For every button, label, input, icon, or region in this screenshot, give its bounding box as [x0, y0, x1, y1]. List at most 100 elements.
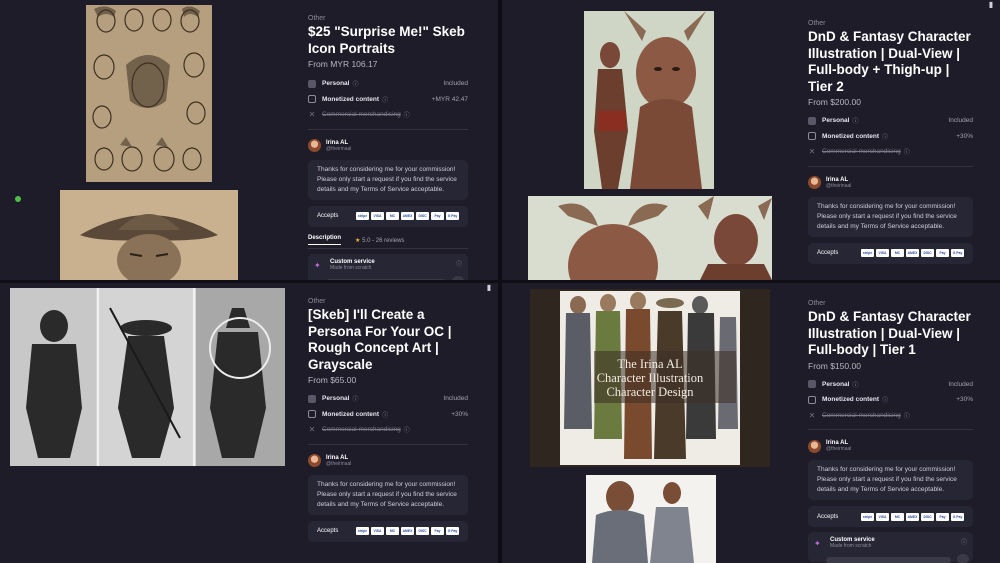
info-icon[interactable]: ⓘ [404, 425, 410, 434]
option-monetized[interactable]: Monetized content ⓘ +MYR 42.47 [308, 92, 468, 108]
art-demon-closeup[interactable] [528, 196, 772, 280]
sparkle-icon: ✦ [814, 539, 821, 548]
checkbox[interactable] [808, 395, 816, 404]
payment-accepts: Accepts stripe VISA MC AMEX DISC Pay G P… [308, 520, 468, 542]
sparkle-icon: ✦ [314, 260, 321, 270]
info-icon[interactable]: ⓘ [382, 410, 388, 419]
artist-handle: @theirinaal [826, 446, 852, 452]
artist-message: Thanks for considering me for your commi… [808, 460, 973, 500]
chat-button[interactable] [957, 554, 969, 563]
bookmark-icon[interactable]: ▮ [484, 283, 494, 292]
info-icon[interactable]: ⓘ [904, 411, 910, 420]
visa-icon: VISA [876, 249, 889, 257]
option-personal[interactable]: Personal ⓘ Included [808, 113, 973, 129]
checkbox[interactable] [308, 410, 316, 419]
payment-accepts: Accepts stripe VISA MC AMEX DISC Pay G P… [808, 242, 973, 264]
listing-pane-dnd-tier2: ▮ Other DnD & Fantasy Character Illustra… [502, 0, 1000, 280]
artist-message: Thanks for considering me for your commi… [308, 159, 468, 200]
mastercard-icon: MC [891, 249, 904, 257]
avatar[interactable] [308, 454, 321, 467]
artist-message: Thanks for considering me for your commi… [808, 196, 973, 237]
apple-pay-icon: Pay [431, 527, 444, 535]
request-button[interactable] [826, 557, 951, 563]
info-icon[interactable]: ⓘ [352, 394, 358, 403]
category-label: Other [308, 15, 326, 22]
artist-profile[interactable]: Irina AL @theirinaal [808, 436, 973, 456]
avatar[interactable] [808, 176, 821, 189]
artist-name[interactable]: Irina AL [826, 177, 851, 183]
option-monetized[interactable]: Monetized content ⓘ +30% [808, 392, 973, 408]
info-icon[interactable]: ⓘ [961, 537, 967, 546]
checkbox-checked[interactable] [808, 380, 816, 389]
info-icon[interactable]: ⓘ [852, 380, 858, 389]
listing-pane-dnd-tier1: The Irina AL Character Illustration Char… [502, 283, 1000, 563]
cross-icon: ✕ [308, 425, 316, 435]
discover-icon: DISC [921, 249, 934, 257]
checkbox-checked[interactable] [308, 79, 316, 88]
category-label: Other [808, 300, 826, 307]
visa-icon: VISA [876, 512, 889, 521]
tab-description[interactable]: Description [308, 235, 342, 245]
listing-price: From $150.00 [808, 360, 861, 371]
avatar[interactable] [808, 439, 821, 453]
stripe-icon: stripe [861, 249, 874, 257]
option-monetized[interactable]: Monetized content ⓘ +30% [308, 407, 468, 423]
caption-line-1: The Irina AL [617, 357, 682, 371]
rating-summary[interactable]: ★ 5.0 - 26 reviews [355, 237, 404, 244]
artist-name[interactable]: Irina AL [326, 455, 351, 461]
online-status-icon [15, 196, 21, 202]
custom-service-card[interactable]: ✦ Custom service Made from scratch ⓘ [308, 253, 468, 280]
info-icon[interactable]: ⓘ [882, 132, 888, 141]
option-monetized[interactable]: Monetized content ⓘ +30% [808, 129, 973, 145]
request-button[interactable] [326, 278, 446, 280]
art-armored-knights[interactable] [586, 475, 716, 563]
google-pay-icon: G Pay [446, 527, 459, 535]
payment-accepts: Accepts stripe VISA MC AMEX DISC Pay G P… [308, 205, 468, 227]
info-icon[interactable]: ⓘ [404, 110, 410, 119]
art-grayscale-warriors[interactable] [10, 288, 285, 466]
info-icon[interactable]: ⓘ [882, 395, 888, 404]
art-demon-characters[interactable] [584, 11, 714, 189]
info-icon[interactable]: ⓘ [352, 79, 358, 88]
mastercard-icon: MC [891, 512, 904, 521]
visa-icon: VISA [371, 527, 384, 535]
art-sketch-portraits[interactable] [86, 5, 212, 182]
info-icon[interactable]: ⓘ [456, 259, 462, 268]
discover-icon: DISC [416, 212, 429, 220]
amex-icon: AMEX [401, 212, 414, 220]
artist-profile[interactable]: Irina AL @theirinaal [808, 173, 973, 193]
checkbox-checked[interactable] [808, 116, 816, 125]
checkbox[interactable] [308, 95, 316, 104]
listing-title: DnD & Fantasy Character Illustration | D… [808, 309, 971, 357]
amex-icon: AMEX [906, 512, 919, 521]
artist-message: Thanks for considering me for your commi… [308, 474, 468, 515]
listing-title: $25 "Surprise Me!" Skeb Icon Portraits [308, 24, 465, 56]
artist-profile[interactable]: Irina AL @theirinaal [308, 451, 468, 471]
cross-icon: ✕ [808, 147, 816, 157]
artist-profile[interactable]: Irina AL @theirinaal [308, 136, 468, 156]
art-character-lineup[interactable]: The Irina AL Character Illustration Char… [530, 289, 770, 467]
artist-name[interactable]: Irina AL [326, 140, 351, 146]
listing-price: From MYR 106.17 [308, 59, 378, 69]
mastercard-icon: MC [386, 527, 399, 535]
art-cowboy-portrait[interactable] [60, 190, 238, 280]
avatar[interactable] [308, 139, 321, 152]
option-personal[interactable]: Personal ⓘ Included [308, 76, 468, 92]
listing-price: From $200.00 [808, 97, 861, 107]
option-commercial: ✕ Commercial merchandising ⓘ [308, 110, 410, 120]
info-icon[interactable]: ⓘ [852, 116, 858, 125]
option-commercial: ✕ Commercial merchandising ⓘ [808, 410, 910, 420]
checkbox-checked[interactable] [308, 394, 316, 403]
bookmark-icon[interactable]: ▮ [986, 0, 996, 9]
info-icon[interactable]: ⓘ [904, 147, 910, 156]
chat-button[interactable] [452, 275, 464, 280]
checkbox[interactable] [808, 132, 816, 141]
info-icon[interactable]: ⓘ [382, 95, 388, 104]
discover-icon: DISC [921, 512, 934, 521]
option-personal[interactable]: Personal ⓘ Included [808, 377, 973, 393]
artist-handle: @theirinaal [326, 145, 352, 152]
custom-service-card[interactable]: ✦ Custom service Made from scratch ⓘ [808, 532, 973, 563]
star-icon: ★ [355, 237, 361, 244]
payment-accepts: Accepts stripe VISA MC AMEX DISC Pay G P… [808, 506, 973, 527]
option-personal[interactable]: Personal ⓘ Included [308, 391, 468, 407]
